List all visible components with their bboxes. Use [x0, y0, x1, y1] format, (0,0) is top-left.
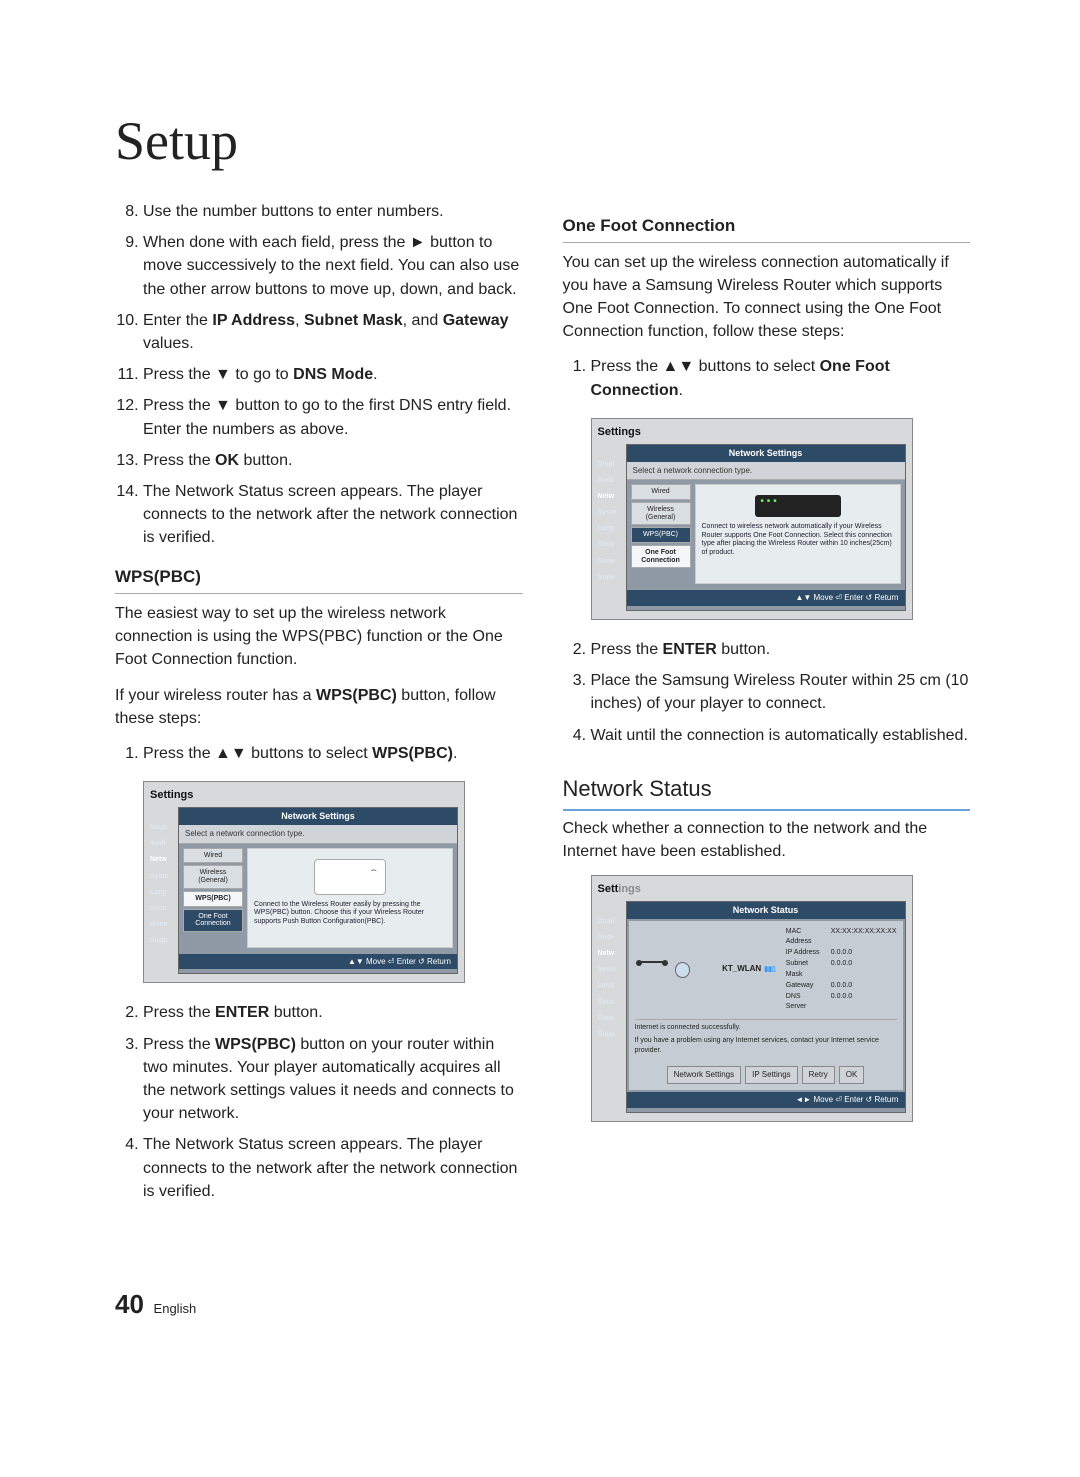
- option-wireless-general[interactable]: Wireless (General): [631, 502, 691, 525]
- option-wired[interactable]: Wired: [183, 848, 243, 864]
- settings-panel: Network Settings Select a network connec…: [178, 807, 458, 974]
- option-wps-pbc[interactable]: WPS(PBC): [631, 527, 691, 543]
- left-column: Use the number buttons to enter numbers.…: [115, 200, 523, 1219]
- list-item: The Network Status screen appears. The p…: [143, 1133, 523, 1203]
- shot-title: Settings: [598, 882, 906, 898]
- shot-title: Settings: [150, 788, 458, 804]
- panel-subtitle: Select a network connection type.: [179, 825, 457, 844]
- network-settings-button[interactable]: Network Settings: [667, 1066, 741, 1084]
- page-number: 40: [115, 1289, 144, 1319]
- panel-footer: ▲▼ Move ⏎ Enter ↺ Return: [179, 954, 457, 970]
- panel-header: Network Status: [627, 902, 905, 919]
- page-footer: 40 English: [115, 1289, 970, 1320]
- ofc-intro: You can set up the wireless connection a…: [563, 251, 971, 344]
- status-message: Internet is connected successfully.: [635, 1019, 897, 1033]
- ssid-label: KT_WLAN▮▮▯: [722, 963, 776, 975]
- option-description: Connect to wireless network automaticall…: [700, 521, 896, 557]
- settings-panel: Network Settings Select a network connec…: [626, 444, 906, 611]
- list-item: Press the ENTER button.: [143, 1001, 523, 1024]
- list-item: Press the ▲▼ buttons to select One Foot …: [591, 355, 971, 401]
- setup-steps: Use the number buttons to enter numbers.…: [115, 200, 523, 549]
- list-item: Place the Samsung Wireless Router within…: [591, 669, 971, 715]
- option-one-foot[interactable]: One Foot Connection: [631, 545, 691, 568]
- wps-steps-cont: Press the ENTER button. Press the WPS(PB…: [115, 1001, 523, 1203]
- list-item: The Network Status screen appears. The p…: [143, 480, 523, 550]
- option-preview: ■ ■ ■ Connect to wireless network automa…: [695, 484, 901, 584]
- network-status-heading: Network Status: [563, 773, 971, 811]
- status-message: If you have a problem using any Internet…: [635, 1036, 897, 1056]
- retry-button[interactable]: Retry: [802, 1066, 835, 1084]
- option-wireless-general[interactable]: Wireless (General): [183, 865, 243, 888]
- screenshot-wps: Settings Displ Audi Netw Syste Lang Secu…: [143, 781, 465, 983]
- option-preview: ⌢ Connect to the Wireless Router easily …: [247, 848, 453, 948]
- button-row: Network Settings IP Settings Retry OK: [635, 1066, 897, 1084]
- list-item: Press the ENTER button.: [591, 638, 971, 661]
- ofc-steps: Press the ▲▼ buttons to select One Foot …: [563, 355, 971, 401]
- category-sidebar: Displ Audi Netw Syste Lang Secu Gene Sup…: [150, 807, 178, 974]
- two-columns: Use the number buttons to enter numbers.…: [115, 200, 970, 1219]
- ofc-heading: One Foot Connection: [563, 214, 971, 243]
- dark-router-icon: ■ ■ ■: [755, 495, 841, 517]
- list-item: Press the ▲▼ buttons to select WPS(PBC).: [143, 742, 523, 765]
- ns-intro: Check whether a connection to the networ…: [563, 817, 971, 863]
- list-item: When done with each field, press the ► b…: [143, 231, 523, 301]
- list-item: Enter the IP Address, Subnet Mask, and G…: [143, 309, 523, 355]
- connection-type-list: Wired Wireless (General) WPS(PBC) One Fo…: [183, 848, 243, 948]
- page-language: English: [154, 1301, 197, 1316]
- screenshot-ofc: Settings Displ Audi Netw Syste Lang Secu…: [591, 418, 913, 620]
- wps-heading: WPS(PBC): [115, 565, 523, 594]
- ip-settings-button[interactable]: IP Settings: [745, 1066, 798, 1084]
- list-item: Press the ▼ button to go to the first DN…: [143, 394, 523, 440]
- page-title: Setup: [115, 110, 970, 172]
- router-icon: ⌢: [314, 859, 386, 895]
- ok-button[interactable]: OK: [839, 1066, 865, 1084]
- option-wps-pbc[interactable]: WPS(PBC): [183, 891, 243, 907]
- wps-paragraph: The easiest way to set up the wireless n…: [115, 602, 523, 672]
- list-item: Press the OK button.: [143, 449, 523, 472]
- ofc-steps-cont: Press the ENTER button. Place the Samsun…: [563, 638, 971, 747]
- globe-icon: [675, 962, 690, 978]
- network-diagram-icon: [639, 961, 666, 979]
- shot-title: Settings: [598, 425, 906, 441]
- wps-steps: Press the ▲▼ buttons to select WPS(PBC).: [115, 742, 523, 765]
- list-item: Use the number buttons to enter numbers.: [143, 200, 523, 223]
- list-item: Wait until the connection is automatical…: [591, 724, 971, 747]
- panel-header: Network Settings: [179, 808, 457, 825]
- network-info-table: MAC AddressXX:XX:XX:XX:XX:XX IP Address0…: [786, 927, 897, 1012]
- panel-subtitle: Select a network connection type.: [627, 462, 905, 481]
- wifi-icon: ⌢: [370, 864, 377, 879]
- panel-footer: ▲▼ Move ⏎ Enter ↺ Return: [627, 590, 905, 606]
- option-one-foot[interactable]: One Foot Connection: [183, 909, 243, 932]
- category-sidebar: Displ Audi Netw Syste Lang Secu Gene Sup…: [598, 444, 626, 611]
- panel-header: Network Settings: [627, 445, 905, 462]
- network-status-panel: Network Status KT_WLAN▮▮▯ MAC AddressX: [626, 901, 906, 1113]
- list-item: Press the ▼ to go to DNS Mode.: [143, 363, 523, 386]
- page: Setup Use the number buttons to enter nu…: [0, 0, 1080, 1380]
- list-item: Press the WPS(PBC) button on your router…: [143, 1033, 523, 1126]
- option-wired[interactable]: Wired: [631, 484, 691, 500]
- screenshot-network-status: Settings Displ Audi Netw Syste Lang Secu…: [591, 875, 913, 1122]
- category-sidebar: Displ Audi Netw Syste Lang Secu Gene Sup…: [598, 901, 626, 1113]
- option-description: Connect to the Wireless Router easily by…: [252, 899, 448, 926]
- right-column: One Foot Connection You can set up the w…: [563, 200, 971, 1219]
- panel-footer: ◄► Move ⏎ Enter ↺ Return: [627, 1092, 905, 1108]
- connection-type-list: Wired Wireless (General) WPS(PBC) One Fo…: [631, 484, 691, 584]
- signal-icon: ▮▮▯: [764, 966, 776, 973]
- wps-paragraph: If your wireless router has a WPS(PBC) b…: [115, 684, 523, 730]
